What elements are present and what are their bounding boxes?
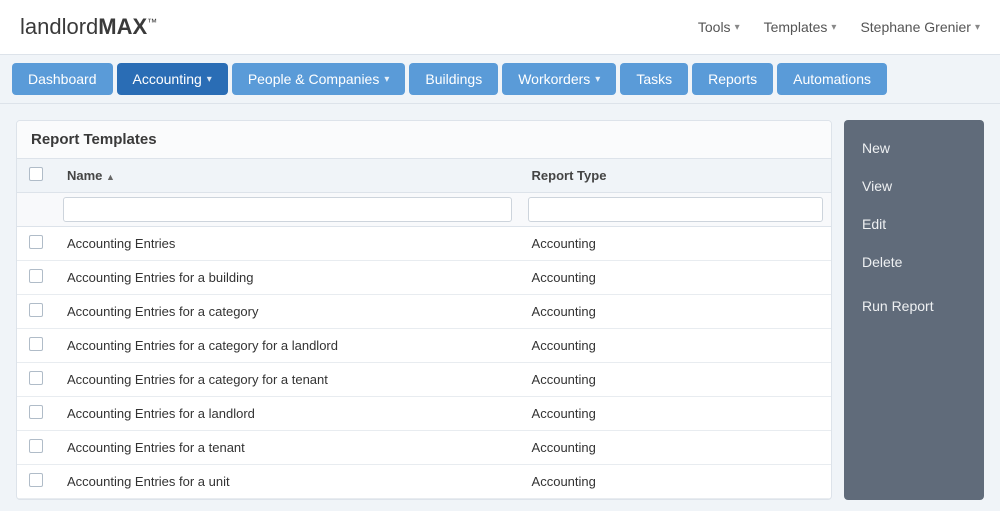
row-checkbox[interactable] (29, 235, 43, 249)
user-chevron-icon: ▾ (975, 22, 980, 33)
nav-accounting[interactable]: Accounting ▾ (117, 63, 228, 95)
nav-tasks[interactable]: Tasks (620, 63, 688, 95)
filter-type-cell (520, 193, 831, 227)
nav-dashboard[interactable]: Dashboard (12, 63, 113, 95)
row-type: Accounting (520, 397, 831, 431)
type-filter-input[interactable] (528, 197, 823, 222)
accounting-chevron-icon: ▾ (207, 74, 212, 85)
page-title: Report Templates (17, 121, 831, 159)
nav-reports[interactable]: Reports (692, 63, 773, 95)
filter-name-cell (55, 193, 520, 227)
nav-bar: Dashboard Accounting ▾ People & Companie… (0, 55, 1000, 104)
table-row[interactable]: Accounting Entries for a category for a … (17, 363, 831, 397)
row-name: Accounting Entries for a vendor (55, 499, 520, 500)
table-row[interactable]: Accounting Entries for a category for a … (17, 329, 831, 363)
row-type: Accounting (520, 295, 831, 329)
row-checkbox-cell[interactable] (17, 499, 55, 500)
view-button[interactable]: View (844, 168, 984, 204)
header-nav: Tools ▾ Templates ▾ Stephane Grenier ▾ (698, 19, 980, 35)
nav-buildings[interactable]: Buildings (409, 63, 498, 95)
row-checkbox-cell[interactable] (17, 363, 55, 397)
user-menu[interactable]: Stephane Grenier ▾ (860, 19, 980, 35)
nav-workorders[interactable]: Workorders ▾ (502, 63, 616, 95)
edit-button[interactable]: Edit (844, 206, 984, 242)
header: landlordMAX™ Tools ▾ Templates ▾ Stephan… (0, 0, 1000, 55)
filter-row (17, 193, 831, 227)
row-checkbox[interactable] (29, 439, 43, 453)
table-scroll[interactable]: Name Report Type (17, 159, 831, 499)
logo: landlordMAX™ (20, 14, 157, 40)
delete-button[interactable]: Delete (844, 244, 984, 280)
row-checkbox-cell[interactable] (17, 261, 55, 295)
report-templates-table: Name Report Type (17, 159, 831, 499)
row-checkbox-cell[interactable] (17, 295, 55, 329)
row-type: Accounting (520, 227, 831, 261)
workorders-chevron-icon: ▾ (595, 74, 600, 85)
row-name: Accounting Entries for a category (55, 295, 520, 329)
row-checkbox-cell[interactable] (17, 397, 55, 431)
row-type: Accounting (520, 261, 831, 295)
sidebar-actions: New View Edit Delete Run Report (844, 120, 984, 500)
row-type: Accounting (520, 499, 831, 500)
row-name: Accounting Entries for a tenant (55, 431, 520, 465)
row-name: Accounting Entries for a unit (55, 465, 520, 499)
logo-bold: MAX (98, 14, 147, 39)
row-type: Accounting (520, 363, 831, 397)
nav-people-companies[interactable]: People & Companies ▾ (232, 63, 406, 95)
row-checkbox[interactable] (29, 303, 43, 317)
row-checkbox[interactable] (29, 371, 43, 385)
row-checkbox[interactable] (29, 337, 43, 351)
row-name: Accounting Entries for a category for a … (55, 329, 520, 363)
table-header-row: Name Report Type (17, 159, 831, 193)
row-checkbox[interactable] (29, 405, 43, 419)
table-row[interactable]: Accounting Entries for a tenant Accounti… (17, 431, 831, 465)
logo-tm: ™ (147, 18, 157, 29)
row-type: Accounting (520, 431, 831, 465)
name-filter-input[interactable] (63, 197, 512, 222)
table-row[interactable]: Accounting Entries for a category Accoun… (17, 295, 831, 329)
name-column-header[interactable]: Name (55, 159, 520, 193)
table-row[interactable]: Accounting Entries for a building Accoun… (17, 261, 831, 295)
row-type: Accounting (520, 329, 831, 363)
table-body: Accounting Entries Accounting Accounting… (17, 227, 831, 500)
run-report-button[interactable]: Run Report (844, 288, 984, 324)
row-name: Accounting Entries for a building (55, 261, 520, 295)
select-all-checkbox[interactable] (29, 167, 43, 181)
main-content: Report Templates Name Report Type (0, 104, 1000, 500)
filter-checkbox-cell (17, 193, 55, 227)
row-checkbox[interactable] (29, 269, 43, 283)
row-name: Accounting Entries (55, 227, 520, 261)
row-checkbox-cell[interactable] (17, 465, 55, 499)
new-button[interactable]: New (844, 130, 984, 166)
type-column-header[interactable]: Report Type (520, 159, 831, 193)
table-row[interactable]: Accounting Entries for a vendor Accounti… (17, 499, 831, 500)
people-chevron-icon: ▾ (384, 74, 389, 85)
row-checkbox[interactable] (29, 473, 43, 487)
row-checkbox-cell[interactable] (17, 329, 55, 363)
tools-menu[interactable]: Tools ▾ (698, 19, 740, 35)
row-checkbox-cell[interactable] (17, 431, 55, 465)
table-row[interactable]: Accounting Entries for a landlord Accoun… (17, 397, 831, 431)
tools-chevron-icon: ▾ (735, 22, 740, 33)
row-name: Accounting Entries for a landlord (55, 397, 520, 431)
table-area: Report Templates Name Report Type (16, 120, 832, 500)
templates-chevron-icon: ▾ (831, 22, 836, 33)
row-checkbox-cell[interactable] (17, 227, 55, 261)
table-row[interactable]: Accounting Entries for a unit Accounting (17, 465, 831, 499)
table-row[interactable]: Accounting Entries Accounting (17, 227, 831, 261)
row-name: Accounting Entries for a category for a … (55, 363, 520, 397)
templates-menu[interactable]: Templates ▾ (764, 19, 837, 35)
select-all-header[interactable] (17, 159, 55, 193)
row-type: Accounting (520, 465, 831, 499)
nav-automations[interactable]: Automations (777, 63, 887, 95)
